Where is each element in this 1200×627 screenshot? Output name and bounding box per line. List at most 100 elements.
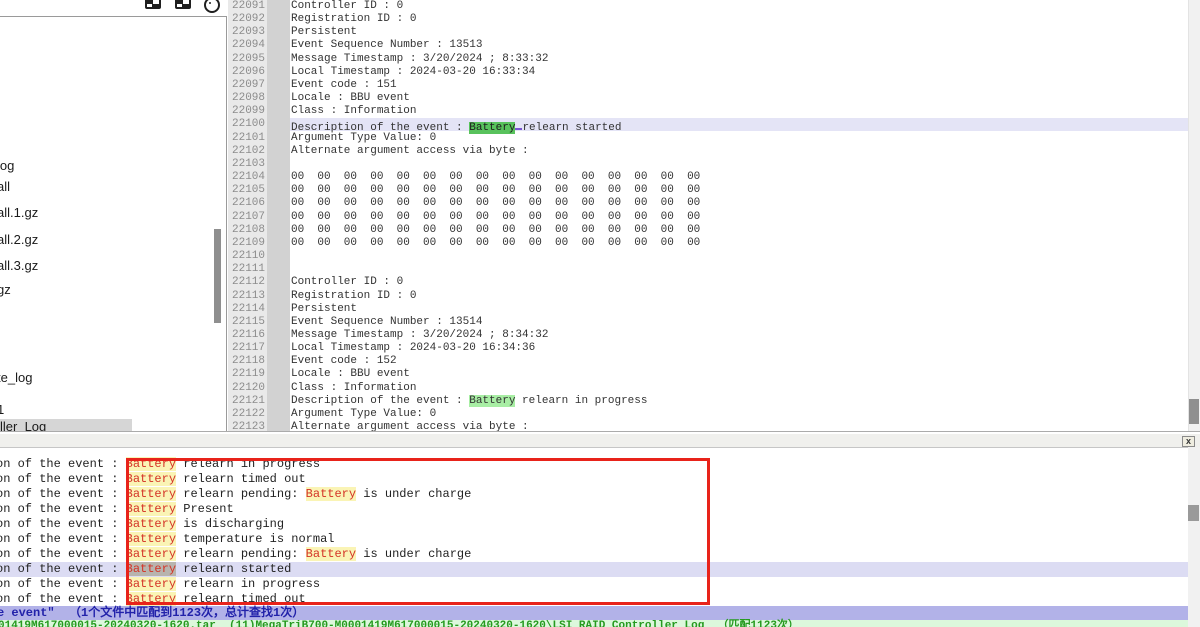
result-row[interactable]: on of the event : Battery relearn timed … (0, 592, 1188, 607)
editor-line[interactable]: 22100Description of the event : Batteryr… (228, 118, 1200, 132)
close-panel-button[interactable]: x (1182, 436, 1195, 447)
editor-line[interactable]: 22093Persistent (228, 26, 1200, 40)
monitor-tail-icon[interactable] (204, 0, 220, 13)
editor-line[interactable]: 2210600 00 00 00 00 00 00 00 00 00 00 00… (228, 197, 1200, 211)
line-number[interactable]: 22122 (232, 408, 265, 421)
result-row[interactable]: on of the event : Battery relearn pendin… (0, 487, 1188, 502)
editor-line[interactable]: 22112Controller ID : 0 (228, 276, 1200, 290)
result-row[interactable]: on of the event : Battery relearn timed … (0, 472, 1188, 487)
editor-line[interactable]: 22117Local Timestamp : 2024-03-20 16:34:… (228, 342, 1200, 356)
result-row[interactable]: on of the event : Battery temperature is… (0, 532, 1188, 547)
line-number[interactable]: 22112 (232, 276, 265, 289)
editor-line[interactable]: 22095Message Timestamp : 3/20/2024 ; 8:3… (228, 53, 1200, 67)
line-number[interactable]: 22115 (232, 316, 265, 329)
text-segment: relearn in progress (515, 395, 647, 407)
result-line-prefix: on of the event : (0, 592, 126, 606)
editor-line[interactable]: 22092Registration ID : 0 (228, 13, 1200, 27)
editor-line[interactable]: 22122Argument Type Value: 0 (228, 408, 1200, 422)
line-number[interactable]: 22113 (232, 290, 265, 303)
search-summary-line[interactable]: e event" （1个文件中匹配到1123次，总计查找1次） (0, 606, 1188, 620)
editor-line[interactable]: 22097Event code : 151 (228, 79, 1200, 93)
line-number[interactable]: 22096 (232, 66, 265, 79)
line-number[interactable]: 22111 (232, 263, 265, 276)
sidebar-file-item[interactable]: 1 (0, 402, 4, 417)
editor-line[interactable]: 2210800 00 00 00 00 00 00 00 00 00 00 00… (228, 224, 1200, 238)
editor-line[interactable]: 22098Locale : BBU event (228, 92, 1200, 106)
editor-line[interactable]: 2210500 00 00 00 00 00 00 00 00 00 00 00… (228, 184, 1200, 198)
editor-line[interactable]: 22099Class : Information (228, 105, 1200, 119)
open-log-in-new-view-2-icon[interactable] (175, 0, 191, 9)
line-number[interactable]: 22095 (232, 53, 265, 66)
editor-line[interactable]: 22116 Message Timestamp : 3/20/2024 ; 8:3… (228, 329, 1200, 343)
line-number[interactable]: 22100 (232, 118, 265, 131)
line-number[interactable]: 22110 (232, 250, 265, 263)
editor-line[interactable]: 22102Alternate argument access via byte … (228, 145, 1200, 159)
line-number[interactable]: 22118 (232, 355, 265, 368)
result-row[interactable]: on of the event : Battery Present (0, 502, 1188, 517)
sidebar-file-item[interactable]: all.2.gz (0, 232, 38, 247)
editor-line[interactable]: 22111 (228, 263, 1200, 277)
line-number[interactable]: 22116 (232, 329, 265, 342)
editor-line[interactable]: 22115Event Sequence Number : 13514 (228, 316, 1200, 330)
line-number[interactable]: 22094 (232, 39, 265, 52)
line-number[interactable]: 22109 (232, 237, 265, 250)
sidebar-file-item[interactable]: log (0, 158, 14, 173)
sidebar-scrollbar-thumb[interactable] (214, 229, 221, 323)
result-line-prefix: on of the event : (0, 547, 126, 561)
editor-scrollbar-thumb[interactable] (1189, 399, 1199, 424)
sidebar-file-item[interactable]: all.1.gz (0, 205, 38, 220)
sidebar-file-item[interactable]: te_log (0, 370, 32, 385)
editor-line[interactable]: 22094Event Sequence Number : 13513 (228, 39, 1200, 53)
editor-line[interactable]: 22096Local Timestamp : 2024-03-20 16:33:… (228, 66, 1200, 80)
line-number[interactable]: 22103 (232, 158, 265, 171)
sidebar-file-item[interactable]: gz (0, 282, 11, 297)
line-number[interactable]: 22093 (232, 26, 265, 39)
result-row[interactable]: on of the event : Battery relearn in pro… (0, 457, 1188, 472)
file-tree-panel[interactable]: logallall.1.gzall.2.gzall.3.gzgzte_log1l… (0, 16, 227, 433)
line-number[interactable]: 22101 (232, 132, 265, 145)
result-row[interactable]: on of the event : Battery relearn pendin… (0, 547, 1188, 562)
line-number[interactable]: 22092 (232, 13, 265, 26)
line-number[interactable]: 22120 (232, 382, 265, 395)
editor-line[interactable]: 22113Registration ID : 0 (228, 290, 1200, 304)
line-number[interactable]: 22104 (232, 171, 265, 184)
search-file-line[interactable]: 01419M617000015-20240320-1620.tar (11)Me… (0, 620, 1188, 627)
editor-line[interactable]: 22121Description of the event : Battery … (228, 395, 1200, 409)
line-number[interactable]: 22121 (232, 395, 265, 408)
editor-line[interactable]: 22101Argument Type Value: 0 (228, 132, 1200, 146)
line-number[interactable]: 22105 (232, 184, 265, 197)
line-number[interactable]: 22106 (232, 197, 265, 210)
line-number[interactable]: 22102 (232, 145, 265, 158)
editor-line[interactable]: 22103 (228, 158, 1200, 172)
line-number[interactable]: 22107 (232, 211, 265, 224)
editor-line[interactable]: 22120Class : Information (228, 382, 1200, 396)
results-scrollbar-track[interactable] (1188, 447, 1200, 627)
results-scrollbar-thumb[interactable] (1188, 505, 1199, 521)
line-number[interactable]: 22119 (232, 368, 265, 381)
editor-line[interactable]: 2210400 00 00 00 00 00 00 00 00 00 00 00… (228, 171, 1200, 185)
editor-line[interactable]: 22114 Persistent (228, 303, 1200, 317)
open-log-in-new-view-icon[interactable] (145, 0, 161, 9)
sidebar-file-item[interactable]: all.3.gz (0, 258, 38, 273)
line-number[interactable]: 22091 (232, 0, 265, 13)
result-row[interactable]: on of the event : Battery is discharging (0, 517, 1188, 532)
log-editor[interactable]: 22091Controller ID : 022092Registration … (228, 0, 1200, 433)
line-text: Persistent (291, 303, 357, 316)
editor-line[interactable]: 22091Controller ID : 0 (228, 0, 1200, 14)
line-number[interactable]: 22097 (232, 79, 265, 92)
result-row[interactable]: on of the event : Battery relearn starte… (0, 562, 1188, 577)
result-row[interactable]: on of the event : Battery relearn in pro… (0, 577, 1188, 592)
editor-line[interactable]: 22110 (228, 250, 1200, 264)
editor-line[interactable]: 22118Event code : 152 (228, 355, 1200, 369)
editor-scrollbar-track[interactable] (1188, 0, 1200, 433)
line-number[interactable]: 22108 (232, 224, 265, 237)
editor-line[interactable]: 2210700 00 00 00 00 00 00 00 00 00 00 00… (228, 211, 1200, 225)
line-number[interactable]: 22114 (232, 303, 265, 316)
editor-line[interactable]: 22119Locale : BBU event (228, 368, 1200, 382)
sidebar-file-item[interactable]: all (0, 179, 10, 194)
editor-line[interactable]: 2210900 00 00 00 00 00 00 00 00 00 00 00… (228, 237, 1200, 251)
text-segment: Message Timestamp : 3/20/2024 ; 8:34:32 (291, 329, 548, 341)
line-number[interactable]: 22099 (232, 105, 265, 118)
line-number[interactable]: 22098 (232, 92, 265, 105)
line-number[interactable]: 22117 (232, 342, 265, 355)
